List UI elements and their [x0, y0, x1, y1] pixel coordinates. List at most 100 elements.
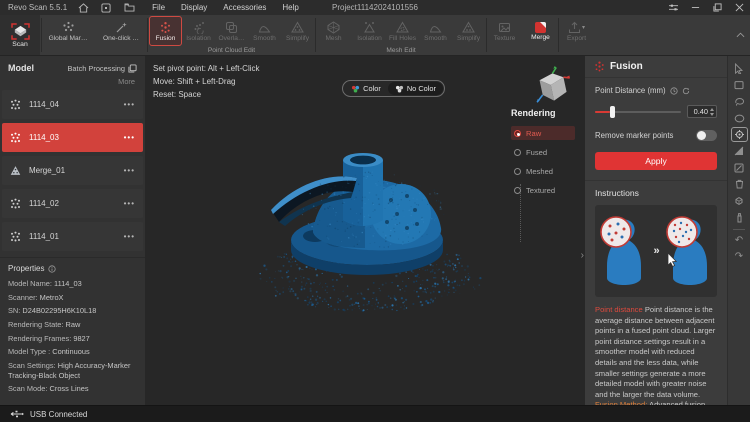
rectangle-select-tool[interactable] [731, 78, 748, 93]
one-click-button[interactable]: One-click … [96, 16, 146, 46]
point-cloud-model[interactable] [255, 148, 495, 333]
point-distance-slider[interactable] [595, 106, 681, 118]
point-distance-input[interactable]: 0.40 [687, 105, 717, 118]
new-project-icon[interactable] [99, 2, 113, 13]
color-mode-toggle[interactable]: Color No Color [342, 80, 445, 97]
radio-icon [514, 130, 521, 137]
mesh-button[interactable]: Mesh [317, 16, 350, 46]
radio-icon [514, 149, 521, 156]
ellipse-select-tool[interactable] [731, 111, 748, 126]
pc-isolation-button[interactable]: Isolation [182, 16, 215, 46]
item-menu-button[interactable]: ••• [124, 166, 135, 175]
ribbon-collapse-button[interactable] [730, 15, 750, 55]
close-button[interactable] [728, 0, 750, 15]
chevron-down-icon: ▾ [582, 24, 585, 31]
global-marker-button[interactable]: Global Mar… [43, 16, 93, 46]
invert-selection-tool[interactable] [731, 144, 748, 159]
info-icon [48, 265, 56, 273]
remove-marker-toggle[interactable] [696, 130, 717, 141]
mesh-isolation-button[interactable]: Isolation [353, 16, 386, 46]
point-cloud-icon [10, 198, 21, 209]
rendering-option-raw[interactable]: Raw [511, 126, 575, 140]
menu-file[interactable]: File [152, 3, 165, 12]
radio-icon [514, 187, 521, 194]
spinner-arrows[interactable] [710, 108, 714, 116]
point-cloud-icon [10, 132, 21, 143]
rendering-option-textured[interactable]: Textured [511, 183, 575, 197]
chevron-up-icon [736, 32, 745, 38]
model-panel-title: Model [8, 63, 34, 73]
instructions-text: Point distance Point distance is the ave… [595, 305, 717, 405]
model-item-1114-01[interactable]: 1114_01 ••• [2, 222, 143, 251]
radio-icon [514, 168, 521, 175]
prop-sn: SN: D24B02295H6K10L18 [8, 306, 137, 316]
item-menu-button[interactable]: ••• [124, 133, 135, 142]
crop-box-tool[interactable] [731, 193, 748, 208]
model-item-1114-04[interactable]: 1114_04 ••• [2, 90, 143, 119]
color-option[interactable]: Color [344, 82, 388, 95]
marker-tools-group: Global Mar… One-click … [43, 15, 146, 55]
titlebar: Revo Scan 5.5.1 File Display Accessories… [0, 0, 750, 15]
pc-simplify-button[interactable]: Simplify [281, 16, 314, 46]
item-menu-button[interactable]: ••• [124, 100, 135, 109]
overlap-button[interactable]: Overla… [215, 16, 248, 46]
history-icon[interactable] [670, 87, 678, 95]
fusion-button[interactable]: Fusion [149, 16, 182, 46]
no-color-option[interactable]: No Color [388, 82, 443, 95]
paint-select-tool[interactable] [731, 210, 748, 225]
item-menu-button[interactable]: ••• [124, 232, 135, 241]
pc-smooth-button[interactable]: Smooth [248, 16, 281, 46]
mesh-smooth-button[interactable]: Smooth [419, 16, 452, 46]
global-marker-icon [62, 21, 75, 34]
selection-tool-strip: ↶ ↷ [727, 56, 750, 405]
minimize-button[interactable] [684, 0, 706, 15]
mesh-model-icon [10, 165, 21, 176]
prop-scan-mode: Scan Mode: Cross Lines [8, 384, 137, 394]
lasso-select-tool[interactable] [731, 94, 748, 109]
rendering-option-meshed[interactable]: Meshed [511, 164, 575, 178]
model-item-1114-03[interactable]: 1114_03 ••• [2, 123, 143, 152]
circle-select-tool-active[interactable] [731, 127, 748, 142]
maximize-button[interactable] [706, 0, 728, 15]
scan-button[interactable]: Scan [0, 15, 40, 55]
texture-button[interactable]: Texture [488, 16, 521, 46]
model-item-1114-02[interactable]: 1114_02 ••• [2, 189, 143, 218]
usb-status-text: USB Connected [30, 410, 87, 419]
plane-cut-tool[interactable] [731, 160, 748, 175]
batch-icon [128, 64, 137, 73]
panel-expander[interactable]: › [581, 250, 584, 261]
select-cursor-tool[interactable] [731, 61, 748, 76]
mesh-edit-label: Mesh Edit [317, 46, 485, 55]
layout-settings-icon[interactable] [662, 0, 684, 15]
open-folder-icon[interactable] [122, 2, 136, 13]
menu-accessories[interactable]: Accessories [223, 3, 266, 12]
menu-display[interactable]: Display [181, 3, 207, 12]
redo-button[interactable]: ↷ [731, 250, 748, 265]
properties-title: Properties [8, 264, 44, 273]
app-name: Revo Scan 5.5.1 [8, 3, 67, 12]
apply-button[interactable]: Apply [595, 152, 717, 170]
batch-processing-button[interactable]: Batch Processing [67, 64, 137, 73]
fill-holes-button[interactable]: Fill Holes [386, 16, 419, 46]
point-cloud-icon [10, 99, 21, 110]
point-cloud-edit-group: Fusion Isolation Overla… Smooth Simplify… [149, 15, 314, 55]
merge-button[interactable]: Merge [524, 16, 557, 46]
delete-selection-tool[interactable] [731, 177, 748, 192]
home-icon[interactable] [76, 2, 90, 13]
navigation-cube[interactable] [529, 64, 573, 108]
usb-icon [10, 410, 24, 418]
mesh-smooth-icon [429, 21, 442, 34]
reset-icon[interactable] [682, 87, 690, 95]
slider-handle[interactable] [610, 106, 615, 118]
fill-holes-icon [396, 21, 409, 34]
undo-button[interactable]: ↶ [731, 233, 748, 248]
item-menu-button[interactable]: ••• [124, 199, 135, 208]
model-item-merge-01[interactable]: Merge_01 ••• [2, 156, 143, 185]
rendering-option-fused[interactable]: Fused [511, 145, 575, 159]
more-button[interactable]: More [0, 75, 145, 90]
viewport-3d[interactable]: Set pivot point: Alt + Left-Click Move: … [145, 56, 585, 405]
menu-help[interactable]: Help [282, 3, 298, 12]
fusion-icon [159, 21, 172, 34]
export-button[interactable]: ▾ Export [560, 16, 593, 46]
mesh-simplify-button[interactable]: Simplify [452, 16, 485, 46]
